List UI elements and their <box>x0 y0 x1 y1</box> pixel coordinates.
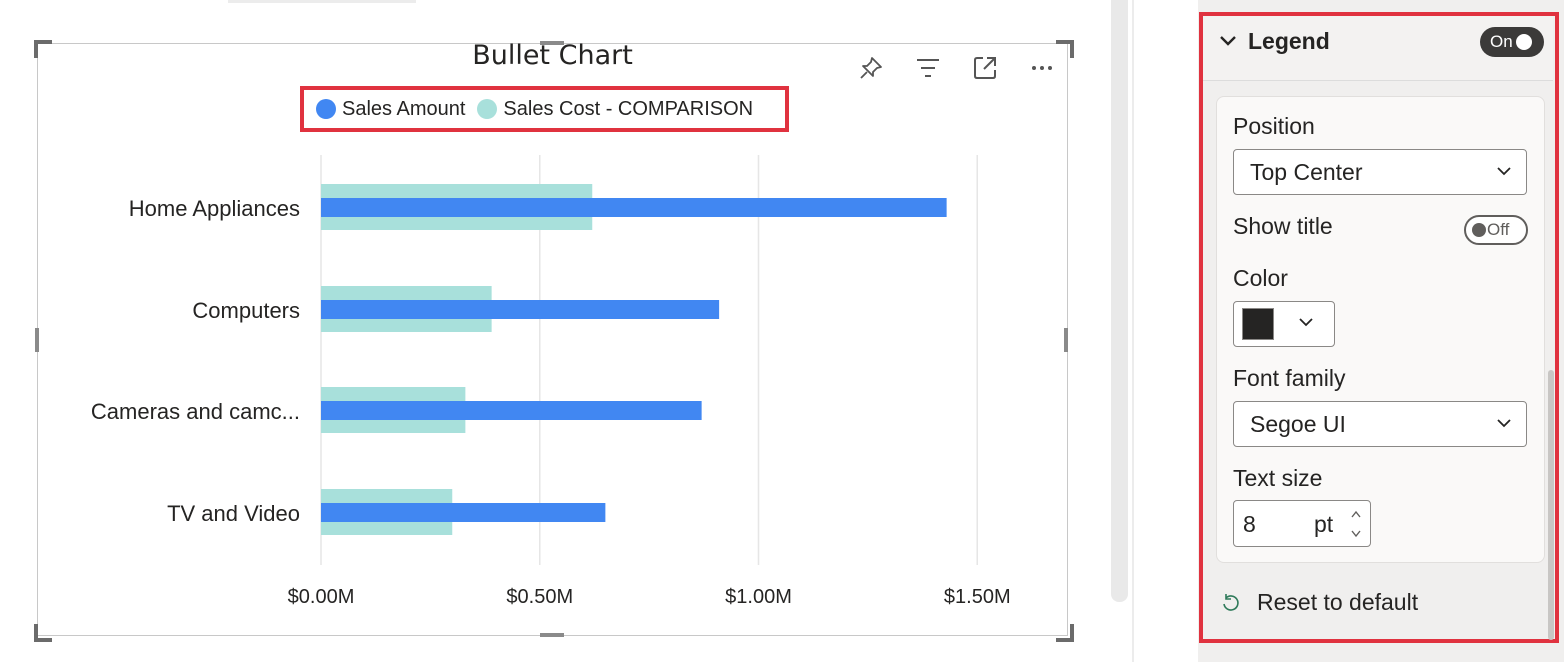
chart-title: Bullet Chart <box>472 40 633 71</box>
y-category-label: Home Appliances <box>129 196 300 221</box>
legend-item-sales-amount[interactable]: Sales Amount <box>316 98 465 121</box>
chart-legend: Sales Amount Sales Cost - COMPARISON <box>316 95 765 123</box>
x-tick-label: $1.50M <box>944 586 1011 608</box>
canvas-top-edge <box>228 0 416 3</box>
sales-amount-bar[interactable] <box>321 401 702 420</box>
y-category-label: TV and Video <box>167 501 300 526</box>
sales-amount-bar[interactable] <box>321 198 947 217</box>
legend-label: Sales Amount <box>342 97 466 120</box>
resize-handle-right[interactable] <box>1064 328 1068 352</box>
legend-marker <box>477 99 498 119</box>
visual-header-icons <box>855 52 1058 84</box>
legend-marker <box>316 99 336 119</box>
y-category-label: Computers <box>192 298 300 323</box>
resize-handle-top-left[interactable] <box>34 40 52 58</box>
filter-icon[interactable] <box>912 52 944 84</box>
x-tick-label: $0.00M <box>288 586 355 608</box>
sales-amount-bar[interactable] <box>321 503 606 522</box>
resize-handle-left[interactable] <box>35 328 39 352</box>
resize-handle-top-right[interactable] <box>1056 40 1074 58</box>
legend-label: Sales Cost - COMPARISON <box>503 97 754 120</box>
y-category-label: Cameras and camc... <box>91 399 300 424</box>
x-tick-label: $0.50M <box>506 586 573 608</box>
resize-handle-bottom-left[interactable] <box>34 624 52 642</box>
format-pane-scrollbar[interactable] <box>1548 370 1554 640</box>
x-tick-label: $1.00M <box>725 586 792 608</box>
focus-mode-icon[interactable] <box>969 52 1001 84</box>
format-pane-highlight-box <box>1199 12 1559 643</box>
pin-icon[interactable] <box>855 52 887 84</box>
resize-handle-bottom-right[interactable] <box>1056 624 1074 642</box>
more-options-icon[interactable] <box>1026 52 1058 84</box>
canvas-scrollbar[interactable] <box>1111 0 1128 602</box>
sales-amount-bar[interactable] <box>321 300 720 319</box>
legend-item-sales-cost[interactable]: Sales Cost - COMPARISON <box>477 98 753 121</box>
resize-handle-bottom[interactable] <box>540 633 564 637</box>
pane-divider <box>1132 0 1134 662</box>
